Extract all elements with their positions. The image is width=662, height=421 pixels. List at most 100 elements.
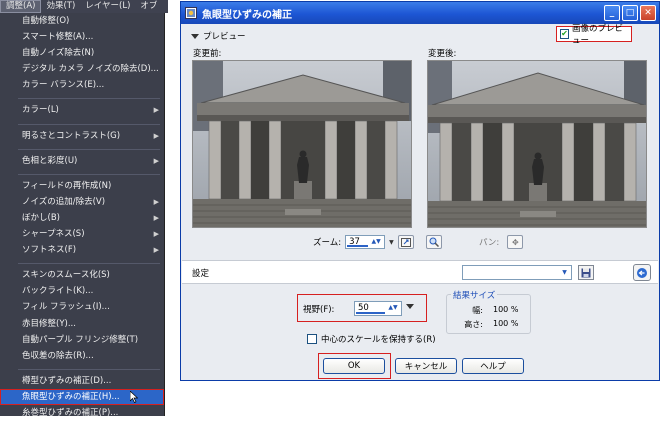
zoom-dropdown-caret-icon[interactable]: ▼ — [389, 239, 394, 246]
menu-item[interactable]: 自動パープル フリンジ修整(T) — [0, 332, 164, 348]
menu-item-label: 魚眼型ひずみの補正(H)... — [22, 391, 120, 402]
width-value: 100 % — [493, 305, 519, 314]
cancel-button[interactable]: キャンセル — [395, 358, 457, 374]
save-preset-button[interactable] — [578, 265, 594, 280]
fov-dropdown-caret-icon[interactable] — [406, 304, 414, 309]
menu-item[interactable]: 色相と彩度(U) ▶ — [0, 153, 164, 169]
menu-item[interactable]: ノイズの追加/除去(V) ▶ — [0, 194, 164, 210]
pan-button[interactable]: ✥ — [507, 235, 524, 249]
menu-item[interactable]: 赤目修整(Y)... — [0, 316, 164, 332]
mouse-cursor-icon — [130, 390, 138, 403]
magnifier-icon — [429, 237, 439, 247]
menu-item[interactable]: スマート修整(A)... — [0, 29, 164, 45]
checkbox-checked-icon: ✔ — [560, 29, 569, 39]
after-preview-image[interactable] — [427, 60, 647, 228]
zoom-tool-button[interactable] — [425, 235, 442, 249]
menu-item[interactable]: カラー バランス(E)... — [0, 77, 164, 93]
preview-toggle-label: プレビュー — [203, 32, 246, 42]
move-arrows-icon: ✥ — [511, 237, 519, 247]
show-preview-label: 画像のプレビュー — [571, 24, 623, 46]
menu-item[interactable]: 自動修整(O) — [0, 13, 164, 29]
menu-item[interactable]: フィル フラッシュ(I)... — [0, 299, 164, 315]
keep-center-scale-checkbox[interactable]: 中心のスケールを保持する(R) — [307, 333, 436, 345]
menubar-item[interactable]: 調整(A) — [0, 0, 42, 13]
menu-item[interactable]: スキンのスムース化(S) — [0, 267, 164, 283]
menubar-item[interactable]: オブ — [135, 0, 162, 13]
result-size-title: 結果サイズ — [451, 289, 498, 301]
result-width-row: 幅: 100 % — [463, 305, 518, 316]
maximize-button[interactable]: □ — [622, 5, 638, 21]
menu-item[interactable]: バックライト(K)... — [0, 283, 164, 299]
settings-label: 設定 — [192, 269, 210, 279]
adjust-menu: 自動修整(O) スマート修整(A)... 自動ノイズ除去(N) デジタル カメラ ノイ… — [0, 13, 165, 418]
menu-item-label: フィル フラッシュ(I)... — [22, 302, 110, 313]
submenu-arrow-icon: ▶ — [153, 246, 159, 255]
menu-item[interactable]: 樽型ひずみの補正(D)... — [0, 373, 164, 389]
menu-separator — [18, 364, 160, 370]
menubar-item[interactable]: レイヤー(L) — [80, 0, 135, 13]
help-button[interactable]: ヘルプ — [462, 358, 524, 374]
submenu-arrow-icon: ▶ — [153, 197, 159, 206]
fov-label: 視野(F): — [303, 305, 335, 315]
minimize-button[interactable]: _ — [604, 5, 620, 21]
menu-item[interactable]: 魚眼型ひずみの補正(H)... — [0, 388, 164, 405]
result-size-group: 結果サイズ 幅: 100 % 高さ: 100 % — [446, 289, 531, 334]
zoom-row: ズーム: 37 ▲▼ ▼ — [313, 235, 442, 249]
zoom-stepper[interactable]: 37 ▲▼ — [345, 235, 386, 249]
close-button[interactable]: ✕ — [640, 5, 656, 21]
menu-separator — [18, 119, 160, 125]
menu-item[interactable]: フィールドの再作成(N) — [0, 178, 164, 194]
menu-item-label: 自動ノイズ除去(N) — [22, 48, 95, 59]
zoom-slider-bar[interactable] — [347, 245, 369, 247]
building-photo-after — [428, 61, 646, 227]
menu-item[interactable]: カラー(L) ▶ — [0, 102, 164, 118]
menu-item[interactable]: 自動ノイズ除去(N) — [0, 45, 164, 61]
width-label: 幅: — [472, 306, 483, 315]
show-preview-checkbox[interactable]: ✔ 画像のプレビュー — [556, 24, 632, 46]
menu-item[interactable]: 色収差の除去(R)... — [0, 348, 164, 364]
menu-item-label: 赤目修整(Y)... — [22, 318, 76, 329]
menu-item-label: 自動パープル フリンジ修整(T) — [22, 334, 139, 345]
menu-item-label: ノイズの追加/除去(V) — [22, 196, 106, 207]
menu-item-label: 樽型ひずみの補正(D)... — [22, 375, 112, 386]
menu-item-label: 明るさとコントラスト(G) — [22, 130, 121, 141]
menu-item-label: ぼかし(B) — [22, 212, 60, 223]
checkbox-unchecked-icon — [307, 334, 317, 344]
menu-item-label: シャープネス(S) — [22, 229, 85, 240]
menubar-item[interactable]: 効果(T) — [41, 0, 80, 13]
menu-item[interactable]: 糸巻型ひずみの補正(P)... — [0, 405, 164, 421]
menu-item-label: スキンのスムース化(S) — [22, 270, 110, 281]
caret-down-icon — [191, 33, 199, 39]
reset-icon — [637, 267, 647, 278]
before-preview-image[interactable] — [192, 60, 412, 228]
menu-separator — [18, 93, 160, 100]
submenu-arrow-icon: ▶ — [153, 106, 159, 115]
preset-select[interactable]: ▼ — [462, 265, 572, 280]
menu-item-label: フィールドの再作成(N) — [22, 180, 112, 191]
ok-button[interactable]: OK — [323, 358, 385, 374]
pan-row: パン: ✥ — [479, 235, 524, 249]
menu-item[interactable]: ソフトネス(F) ▶ — [0, 242, 164, 258]
menu-item[interactable]: シャープネス(S) ▶ — [0, 226, 164, 242]
updown-arrows-icon[interactable]: ▲▼ — [369, 237, 383, 247]
reset-button[interactable] — [633, 264, 651, 281]
height-label: 高さ: — [464, 320, 483, 329]
menu-item[interactable]: 明るさとコントラスト(G) ▶ — [0, 128, 164, 144]
menu-item-label: 色収差の除去(R)... — [22, 350, 94, 361]
fov-slider-bar[interactable] — [356, 312, 385, 314]
menu-item-label: 糸巻型ひずみの補正(P)... — [22, 407, 119, 418]
building-photo-before — [193, 61, 411, 227]
maximize-icon: □ — [625, 8, 635, 18]
preview-toggle[interactable]: プレビュー — [191, 30, 246, 42]
updown-arrows-icon[interactable]: ▲▼ — [386, 303, 400, 313]
zoom-fit-button[interactable] — [397, 235, 414, 249]
menu-item-label: カラー(L) — [22, 105, 59, 116]
menu-item[interactable]: デジタル カメラ ノイズの除去(D)... — [0, 61, 164, 77]
title-bar[interactable]: 魚眼型ひずみの補正 — [181, 2, 659, 24]
menu-separator — [18, 258, 160, 265]
menu-item[interactable]: ぼかし(B) ▶ — [0, 210, 164, 226]
menubar: 調整(A) 効果(T) レイヤー(L) オブ — [0, 0, 168, 13]
fov-stepper[interactable]: 50 ▲▼ — [354, 301, 402, 316]
submenu-arrow-icon: ▶ — [153, 230, 159, 239]
menu-item-label: スマート修整(A)... — [22, 32, 94, 43]
